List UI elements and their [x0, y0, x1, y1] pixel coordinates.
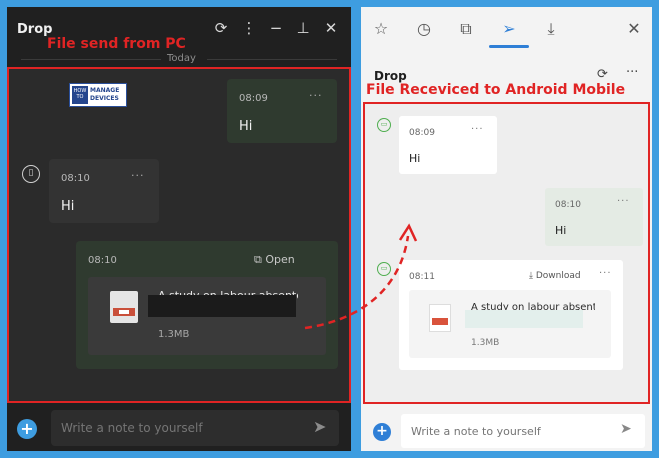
redacted-filename-block — [148, 295, 296, 317]
message-time: 08:09 — [409, 128, 435, 138]
sync-icon[interactable]: ⟳ — [597, 67, 608, 82]
message-bubble-received[interactable]: 08:10 ··· Hi — [49, 159, 159, 223]
file-size: 1.3MB — [158, 329, 190, 340]
mobile-chat-area: ▭ 08:09 ··· Hi 08:10 ··· Hi ▭ 08:11 ⤓ Do… — [363, 102, 650, 404]
file-more-icon[interactable]: ··· — [599, 268, 612, 279]
file-message-bubble[interactable]: 08:11 ⤓ Download ··· A study on labour a… — [399, 260, 623, 370]
active-tab-indicator — [489, 45, 529, 48]
message-bubble-sent[interactable]: 08:09 ··· Hi — [227, 79, 337, 143]
file-card[interactable]: A study on labour absenteeism in Highlan… — [88, 277, 326, 355]
annotation-left: File send from PC — [47, 36, 186, 52]
edge-sidebar-toolbar: ☆ ◷ ⧉ ➢ ⤓ ✕ — [361, 7, 652, 49]
more-icon[interactable]: ··· — [626, 65, 638, 80]
drop-send-icon[interactable]: ➢ — [497, 17, 521, 41]
logo-text: MANAGE DEVICES — [90, 87, 120, 102]
pdf-file-icon — [429, 304, 451, 332]
pc-drop-window: Drop ⟳ ⋮ − ⊥ ✕ Today HOW TO MANAGE DEVIC… — [7, 7, 351, 451]
download-label: Download — [535, 271, 581, 281]
message-text: Hi — [239, 119, 253, 134]
message-bubble-sent[interactable]: 08:10 ··· Hi — [545, 188, 643, 246]
pdf-file-icon — [110, 291, 138, 323]
close-icon[interactable]: ✕ — [622, 17, 646, 41]
sync-icon[interactable]: ⟳ — [210, 17, 232, 39]
message-more-icon[interactable]: ··· — [309, 89, 323, 102]
add-attachment-button[interactable]: + — [17, 419, 37, 439]
file-message-time: 08:11 — [409, 272, 435, 282]
divider-right — [207, 59, 337, 60]
phone-device-icon: ▯ — [22, 165, 40, 183]
divider-left — [21, 59, 161, 60]
htmd-logo: HOW TO MANAGE DEVICES — [69, 83, 127, 107]
send-icon[interactable]: ➤ — [620, 421, 632, 437]
mobile-drop-title: Drop — [374, 69, 407, 83]
send-icon[interactable]: ➤ — [313, 417, 326, 436]
file-message-bubble[interactable]: 08:10 ⧉ Open A study on labour absenteei… — [76, 241, 338, 369]
message-time: 08:09 — [239, 93, 268, 104]
history-icon[interactable]: ◷ — [412, 17, 436, 41]
open-label: Open — [265, 253, 295, 266]
note-input[interactable] — [51, 410, 339, 446]
pin-icon[interactable]: ⊥ — [292, 17, 314, 39]
message-time: 08:10 — [555, 200, 581, 210]
close-icon[interactable]: ✕ — [320, 17, 342, 39]
today-label: Today — [167, 53, 196, 64]
open-external-icon: ⧉ — [254, 253, 266, 266]
message-bubble-received[interactable]: 08:09 ··· Hi — [399, 116, 497, 174]
desktop-device-icon: ▭ — [377, 118, 391, 132]
more-icon[interactable]: ⋮ — [238, 17, 260, 39]
download-arrow-icon: ⤓ — [529, 271, 536, 281]
message-text: Hi — [409, 152, 421, 165]
annotation-right: File Receviced to Android Mobile — [366, 82, 626, 98]
desktop-device-icon: ▭ — [377, 262, 391, 276]
minimize-icon[interactable]: − — [265, 17, 287, 39]
message-more-icon[interactable]: ··· — [131, 169, 145, 182]
download-icon[interactable]: ⤓ — [539, 17, 563, 41]
file-message-time: 08:10 — [88, 255, 117, 266]
message-time: 08:10 — [61, 173, 90, 184]
add-attachment-button[interactable]: + — [373, 423, 391, 441]
file-card[interactable]: A study on labour absenteeism in Highlan… — [409, 290, 611, 358]
message-text: Hi — [61, 199, 75, 214]
message-more-icon[interactable]: ··· — [471, 124, 484, 135]
logo-how-to: HOW TO — [72, 86, 88, 104]
mobile-drop-panel: ☆ ◷ ⧉ ➢ ⤓ ✕ Drop ⟳ ··· ▭ 08:09 ··· Hi 08… — [361, 7, 652, 451]
message-text: Hi — [555, 224, 567, 237]
download-button[interactable]: ⤓ Download — [529, 271, 581, 281]
star-icon[interactable]: ☆ — [369, 17, 393, 41]
open-file-button[interactable]: ⧉ Open — [254, 253, 295, 267]
message-more-icon[interactable]: ··· — [617, 196, 630, 207]
pc-chat-area: HOW TO MANAGE DEVICES 08:09 ··· Hi ▯ 08:… — [7, 67, 351, 403]
redacted-filename-block — [465, 310, 583, 328]
file-size: 1.3MB — [471, 338, 500, 348]
note-input[interactable] — [401, 414, 645, 448]
pc-window-title: Drop — [17, 22, 53, 37]
collections-icon[interactable]: ⧉ — [454, 17, 478, 41]
